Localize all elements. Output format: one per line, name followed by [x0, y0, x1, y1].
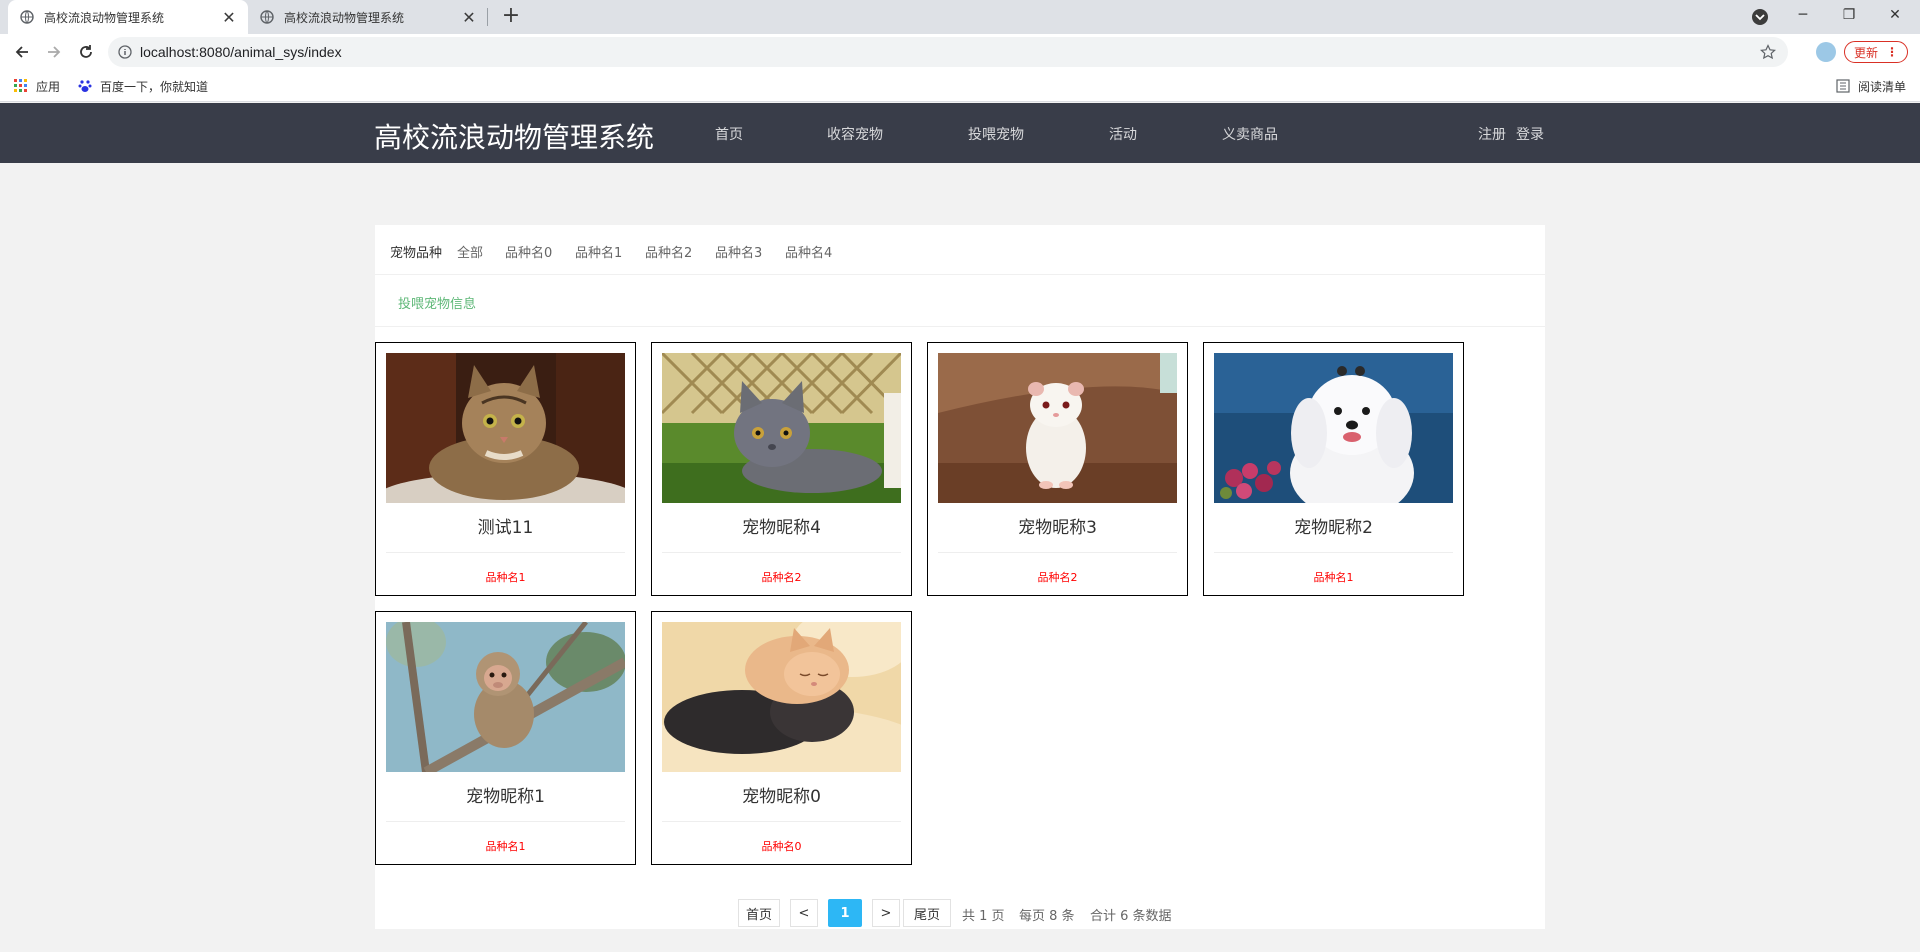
bookmark-apps[interactable]: 应用	[14, 70, 60, 102]
nav-sheltered-pets[interactable]: 收容宠物	[827, 124, 883, 144]
window-close-icon[interactable]: ✕	[1872, 0, 1918, 30]
back-arrow-icon[interactable]	[10, 40, 34, 64]
bookmarks-bar: 应用 百度一下，你就知道 阅读清单	[0, 70, 1920, 102]
close-icon[interactable]: ✕	[218, 8, 240, 27]
apps-grid-icon	[14, 79, 27, 92]
content-panel: 宠物品种 全部 品种名0 品种名1 品种名2 品种名3 品种名4 投喂宠物信息	[375, 225, 1545, 929]
page-total-items: 合计 6 条数据	[1090, 909, 1172, 924]
breed-option-all[interactable]: 全部	[457, 242, 483, 261]
pet-name: 宠物昵称0	[742, 787, 821, 807]
pet-photo-tabby-cat	[386, 353, 625, 503]
profile-avatar[interactable]	[1816, 42, 1836, 62]
page-per-page: 每页 8 条	[1019, 909, 1075, 924]
pet-name: 宠物昵称1	[466, 787, 545, 807]
breed-option[interactable]: 品种名2	[645, 242, 692, 261]
reading-list-icon	[1836, 79, 1850, 93]
pet-photo-white-dog	[1214, 353, 1453, 503]
breed-option[interactable]: 品种名4	[785, 242, 832, 261]
pet-breed: 品种名2	[761, 571, 802, 584]
page-total-pages: 共 1 页	[962, 909, 1005, 924]
card-divider	[662, 552, 901, 553]
breed-filter: 宠物品种 全部 品种名0 品种名1 品种名2 品种名3 品种名4	[375, 225, 1545, 275]
breed-option[interactable]: 品种名1	[575, 242, 622, 261]
pet-breed: 品种名2	[1037, 571, 1078, 584]
register-link[interactable]: 注册	[1478, 124, 1506, 144]
card-divider	[386, 821, 625, 822]
restore-icon[interactable]: ❐	[1826, 0, 1872, 30]
bookmark-baidu[interactable]: 百度一下，你就知道	[78, 70, 208, 102]
nav-feed-pets[interactable]: 投喂宠物	[968, 124, 1024, 144]
baidu-paw-icon	[78, 80, 92, 92]
bookmark-baidu-label: 百度一下，你就知道	[100, 79, 209, 94]
pet-breed: 品种名0	[761, 840, 802, 853]
breed-filter-label: 宠物品种	[390, 246, 443, 261]
breed-option[interactable]: 品种名3	[715, 242, 762, 261]
pet-name: 宠物昵称3	[1018, 518, 1097, 538]
pet-card[interactable]: 宠物昵称1 品种名1	[375, 611, 636, 865]
update-label: 更新	[1853, 45, 1878, 60]
tab-separator	[487, 8, 488, 26]
bookmark-star-icon[interactable]	[1760, 44, 1776, 60]
card-divider	[1214, 552, 1453, 553]
browser-tab-active[interactable]: 高校流浪动物管理系统 ✕	[8, 0, 248, 34]
new-tab-plus-icon[interactable]: +	[498, 4, 524, 30]
minimize-icon[interactable]: ─	[1780, 0, 1826, 30]
card-divider	[938, 552, 1177, 553]
pet-breed: 品种名1	[485, 840, 526, 853]
breed-option[interactable]: 品种名0	[505, 242, 552, 261]
browser-tab-inactive[interactable]: 高校流浪动物管理系统 ✕	[248, 0, 488, 34]
pet-card[interactable]: 宠物昵称3 品种名2	[927, 342, 1188, 596]
page-last-button[interactable]: 尾页	[903, 899, 951, 927]
pet-breed: 品种名1	[485, 571, 526, 584]
site-header: 高校流浪动物管理系统 首页 收容宠物 投喂宠物 活动 义卖商品 注册 登录	[0, 103, 1920, 163]
card-divider	[386, 552, 625, 553]
more-vert-icon: ⋮	[1886, 45, 1898, 59]
bookmark-apps-label: 应用	[36, 79, 61, 94]
browser-toolbar: localhost:8080/animal_sys/index 更新 ⋮	[0, 34, 1920, 70]
pet-photo-monkey	[386, 622, 625, 772]
globe-icon	[20, 10, 34, 24]
globe-icon	[260, 10, 274, 24]
tab-title: 高校流浪动物管理系统	[44, 10, 165, 25]
pet-photo-grey-cat	[662, 353, 901, 503]
nav-home[interactable]: 首页	[715, 124, 743, 144]
card-divider	[662, 821, 901, 822]
browser-tab-strip: 高校流浪动物管理系统 ✕ 高校流浪动物管理系统 ✕ + ─ ❐ ✕	[0, 0, 1920, 34]
tab-title: 高校流浪动物管理系统	[284, 10, 405, 25]
pet-name: 宠物昵称2	[1294, 518, 1373, 538]
pet-name: 宠物昵称4	[742, 518, 821, 538]
nav-activities[interactable]: 活动	[1109, 124, 1137, 144]
tab-search-icon[interactable]	[1751, 8, 1769, 26]
pagination: 首页 < 1 > 尾页 共 1 页 每页 8 条 合计 6 条数据	[375, 899, 1545, 929]
pet-card[interactable]: 宠物昵称2 品种名1	[1203, 342, 1464, 596]
pet-photo-hamster	[938, 353, 1177, 503]
pet-card[interactable]: 宠物昵称4 品种名2	[651, 342, 912, 596]
update-button[interactable]: 更新 ⋮	[1844, 41, 1908, 63]
address-bar[interactable]: localhost:8080/animal_sys/index	[108, 37, 1788, 67]
section-header: 投喂宠物信息	[375, 275, 1545, 327]
pet-breed: 品种名1	[1313, 571, 1354, 584]
pet-photo-sleeping-kittens	[662, 622, 901, 772]
pet-name: 测试11	[477, 518, 534, 538]
forward-arrow-icon[interactable]	[42, 40, 66, 64]
pet-card[interactable]: 测试11 品种名1	[375, 342, 636, 596]
pet-card[interactable]: 宠物昵称0 品种名0	[651, 611, 912, 865]
nav-charity-goods[interactable]: 义卖商品	[1222, 124, 1278, 144]
address-url: localhost:8080/animal_sys/index	[140, 44, 342, 60]
info-icon[interactable]	[118, 45, 132, 59]
login-link[interactable]: 登录	[1516, 124, 1544, 144]
reading-list[interactable]: 阅读清单	[1836, 70, 1906, 102]
page-current-button[interactable]: 1	[828, 899, 862, 927]
site-logo[interactable]: 高校流浪动物管理系统	[374, 116, 654, 156]
reading-list-label: 阅读清单	[1858, 79, 1907, 94]
close-icon[interactable]: ✕	[458, 8, 480, 27]
reload-icon[interactable]	[74, 40, 98, 64]
section-title: 投喂宠物信息	[398, 297, 477, 312]
page-prev-button[interactable]: <	[790, 899, 818, 927]
page-first-button[interactable]: 首页	[738, 899, 780, 927]
page-next-button[interactable]: >	[872, 899, 900, 927]
